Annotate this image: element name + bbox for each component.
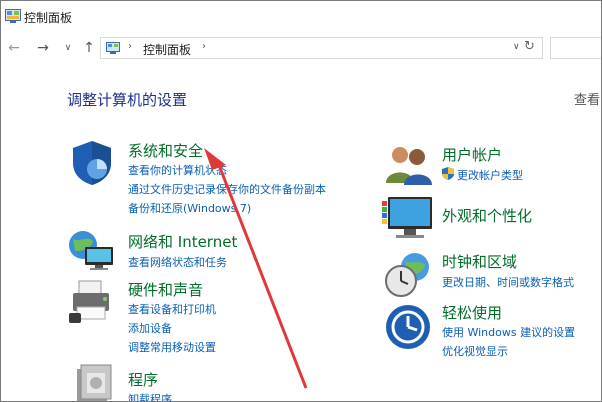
category-network-internet[interactable]: 网络和 Internet <box>128 231 237 252</box>
category-system-security[interactable]: 系统和安全 <box>128 140 203 161</box>
control-panel-window: 控制面板 ← → ∨ ↑ › 控制面板 › ∨ ↻ 调整计算机的设置 查看 系统… <box>0 0 602 402</box>
link-devices-printers[interactable]: 查看设备和打印机 <box>128 301 216 317</box>
link-add-device[interactable]: 添加设备 <box>128 320 172 336</box>
category-clock-region[interactable]: 时钟和区域 <box>442 251 517 272</box>
control-panel-icon <box>106 42 120 54</box>
clock-globe-icon[interactable] <box>383 251 433 299</box>
shield-icon[interactable] <box>69 139 115 187</box>
back-arrow-icon[interactable]: ← <box>5 39 23 57</box>
category-user-accounts[interactable]: 用户帐户 <box>442 144 502 165</box>
chevron-right-icon[interactable]: › <box>128 41 132 52</box>
link-uninstall-program[interactable]: 卸载程序 <box>128 391 172 401</box>
navigation-bar: ← → ∨ ↑ › 控制面板 › ∨ ↻ <box>1 35 601 63</box>
category-programs[interactable]: 程序 <box>128 369 158 390</box>
programs-icon[interactable] <box>71 363 115 402</box>
printer-icon[interactable] <box>67 277 117 325</box>
address-dropdown-icon[interactable]: ∨ <box>513 42 520 52</box>
title-bar: 控制面板 <box>1 1 601 32</box>
window-title: 控制面板 <box>24 11 73 25</box>
category-appearance[interactable]: 外观和个性化 <box>442 205 532 226</box>
link-network-status[interactable]: 查看网络状态和任务 <box>128 254 227 270</box>
refresh-icon[interactable]: ↻ <box>524 39 535 54</box>
link-change-account-type[interactable]: 更改帐户类型 <box>457 167 523 183</box>
breadcrumb-control-panel[interactable]: 控制面板 <box>143 41 191 58</box>
users-icon[interactable] <box>384 143 434 187</box>
chevron-right-icon[interactable]: › <box>202 41 206 52</box>
forward-arrow-icon[interactable]: → <box>34 39 52 57</box>
search-input[interactable] <box>550 37 601 59</box>
address-bar[interactable]: › 控制面板 › ∨ <box>100 37 543 59</box>
category-hardware-sound[interactable]: 硬件和声音 <box>128 279 203 300</box>
recent-dropdown-icon[interactable]: ∨ <box>59 39 77 57</box>
link-view-computer-status[interactable]: 查看你的计算机状态 <box>128 162 227 178</box>
view-by-label[interactable]: 查看 <box>574 89 600 108</box>
link-mobility-settings[interactable]: 调整常用移动设置 <box>128 339 216 355</box>
up-arrow-icon[interactable]: ↑ <box>80 39 98 57</box>
link-recommended-settings[interactable]: 使用 Windows 建议的设置 <box>442 324 575 340</box>
page-title: 调整计算机的设置 <box>67 91 188 109</box>
monitor-icon[interactable] <box>382 195 434 243</box>
link-backup-restore[interactable]: 备份和还原(Windows 7) <box>128 200 251 216</box>
link-file-history-backup[interactable]: 通过文件历史记录保存你的文件备份副本 <box>128 181 326 197</box>
network-globe-icon[interactable] <box>67 227 117 271</box>
link-optimize-visual-display[interactable]: 优化视觉显示 <box>442 343 508 359</box>
accessibility-icon[interactable] <box>384 303 432 351</box>
category-ease-of-access[interactable]: 轻松使用 <box>442 302 502 323</box>
control-panel-icon <box>5 9 21 23</box>
link-change-date-time-format[interactable]: 更改日期、时间或数字格式 <box>442 274 574 290</box>
uac-shield-icon <box>442 167 454 180</box>
